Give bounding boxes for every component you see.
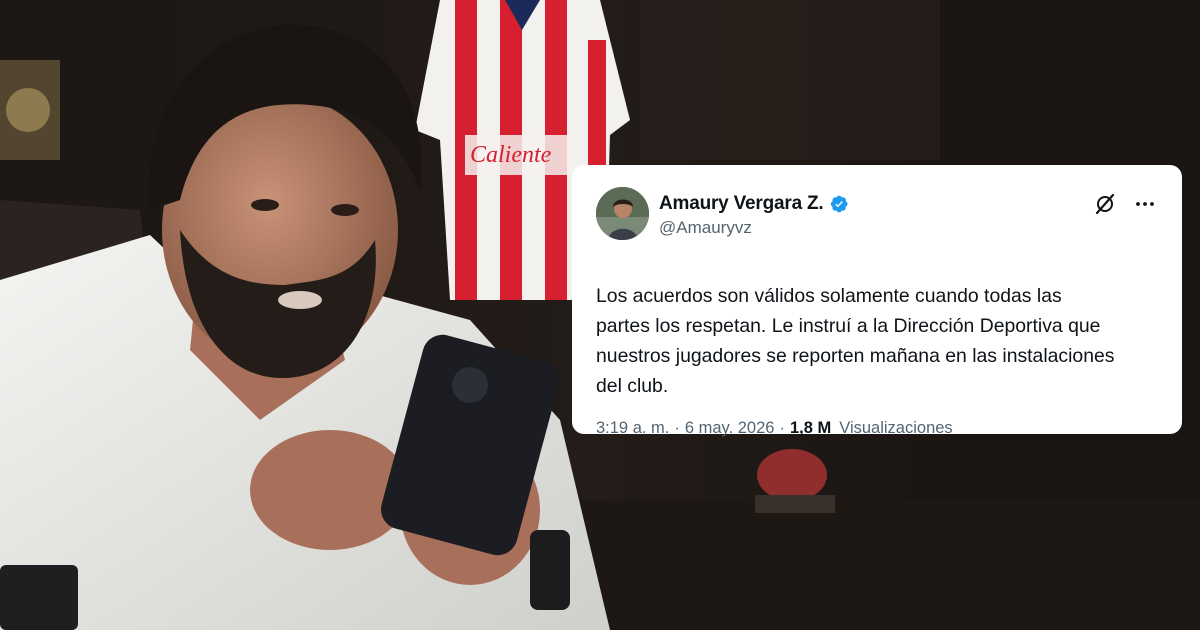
tweet-meta: 3:19 a. m. · 6 may. 2026 · 1,8 M Visuali…	[596, 419, 1156, 438]
view-count: 1,8 M	[789, 419, 832, 437]
tweet-text: Los acuerdos son válidos solamente cuand…	[596, 281, 1156, 401]
display-name[interactable]: Amaury Vergara Z.	[659, 193, 824, 215]
tweet-time[interactable]: 3:19 a. m.	[596, 419, 669, 438]
grok-icon[interactable]	[1094, 193, 1116, 215]
tweet-text-line: Los acuerdos son válidos solamente cuand…	[596, 285, 1062, 307]
tweet-text-line: nuestros jugadores se reporten mañana en…	[596, 345, 1115, 367]
user-handle[interactable]: @Amauryvz	[659, 218, 849, 238]
svg-text:Caliente: Caliente	[470, 142, 552, 168]
tweet-date[interactable]: 6 may. 2026	[685, 419, 775, 438]
header-actions	[1094, 193, 1156, 215]
meta-separator: ·	[674, 419, 680, 437]
more-icon[interactable]	[1134, 193, 1156, 215]
trophy-icon	[0, 60, 60, 160]
tweet-text-line: del club.	[596, 375, 669, 397]
tweet-card[interactable]: Amaury Vergara Z. @Amauryvz Los acuerdos…	[572, 165, 1182, 437]
screenshot-scene: Caliente Amaury Vergara Z. @Amauryvz Los…	[0, 0, 1200, 630]
verified-badge-icon	[829, 194, 849, 214]
name-block: Amaury Vergara Z. @Amauryvz	[659, 192, 849, 238]
tweet-header: Amaury Vergara Z. @Amauryvz	[596, 187, 1156, 243]
meta-separator: ·	[779, 419, 785, 437]
views-label: Visualizaciones	[839, 419, 953, 437]
tweet-text-line: partes los respetan. Le instruí a la Dir…	[596, 315, 1101, 337]
avatar[interactable]	[596, 187, 649, 240]
display-name-row: Amaury Vergara Z.	[659, 192, 849, 216]
